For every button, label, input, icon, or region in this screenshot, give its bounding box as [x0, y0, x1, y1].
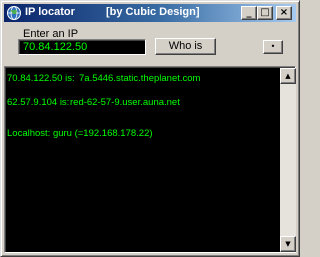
whois-button[interactable]: Who is	[155, 38, 216, 55]
minimize-button[interactable]: _	[241, 6, 257, 20]
title-bar[interactable]: IP locator [by Cubic Design] _ □ ×	[4, 4, 296, 22]
result-host: 7a.5446.static.theplanet.com	[79, 73, 201, 84]
result-output[interactable]: 70.84.122.50 is: 7a.5446.static.theplane…	[4, 66, 296, 253]
window-subtitle: [by Cubic Design]	[106, 6, 200, 18]
result-ip: 70.84.122.50 is:	[7, 73, 75, 84]
localhost-line: Localhost: guru (=192.168.178.22)	[7, 128, 153, 139]
ip-locator-window: IP locator [by Cubic Design] _ □ × Enter…	[0, 0, 300, 257]
maximize-button[interactable]: □	[257, 6, 273, 20]
ip-input[interactable]	[18, 39, 146, 55]
scroll-up-button[interactable]: ▲	[280, 68, 296, 84]
scroll-up-arrow-icon: ▲	[285, 72, 291, 80]
app-globe-icon	[6, 5, 22, 21]
scroll-down-arrow-icon: ▼	[285, 240, 291, 248]
window-title: IP locator	[25, 6, 75, 18]
close-button[interactable]: ×	[276, 6, 292, 20]
options-button[interactable]: •	[263, 40, 283, 54]
maximize-icon: □	[260, 7, 270, 18]
result-ip: 62.57.9.104 is:	[7, 97, 70, 108]
vertical-scrollbar[interactable]: ▲ ▼	[280, 68, 296, 252]
close-icon: ×	[279, 7, 289, 18]
minimize-icon: _	[246, 7, 252, 18]
scroll-down-button[interactable]: ▼	[280, 236, 296, 252]
scrollbar-track[interactable]	[280, 84, 296, 236]
result-host: red-62-57-9.user.auna.net	[70, 97, 180, 108]
